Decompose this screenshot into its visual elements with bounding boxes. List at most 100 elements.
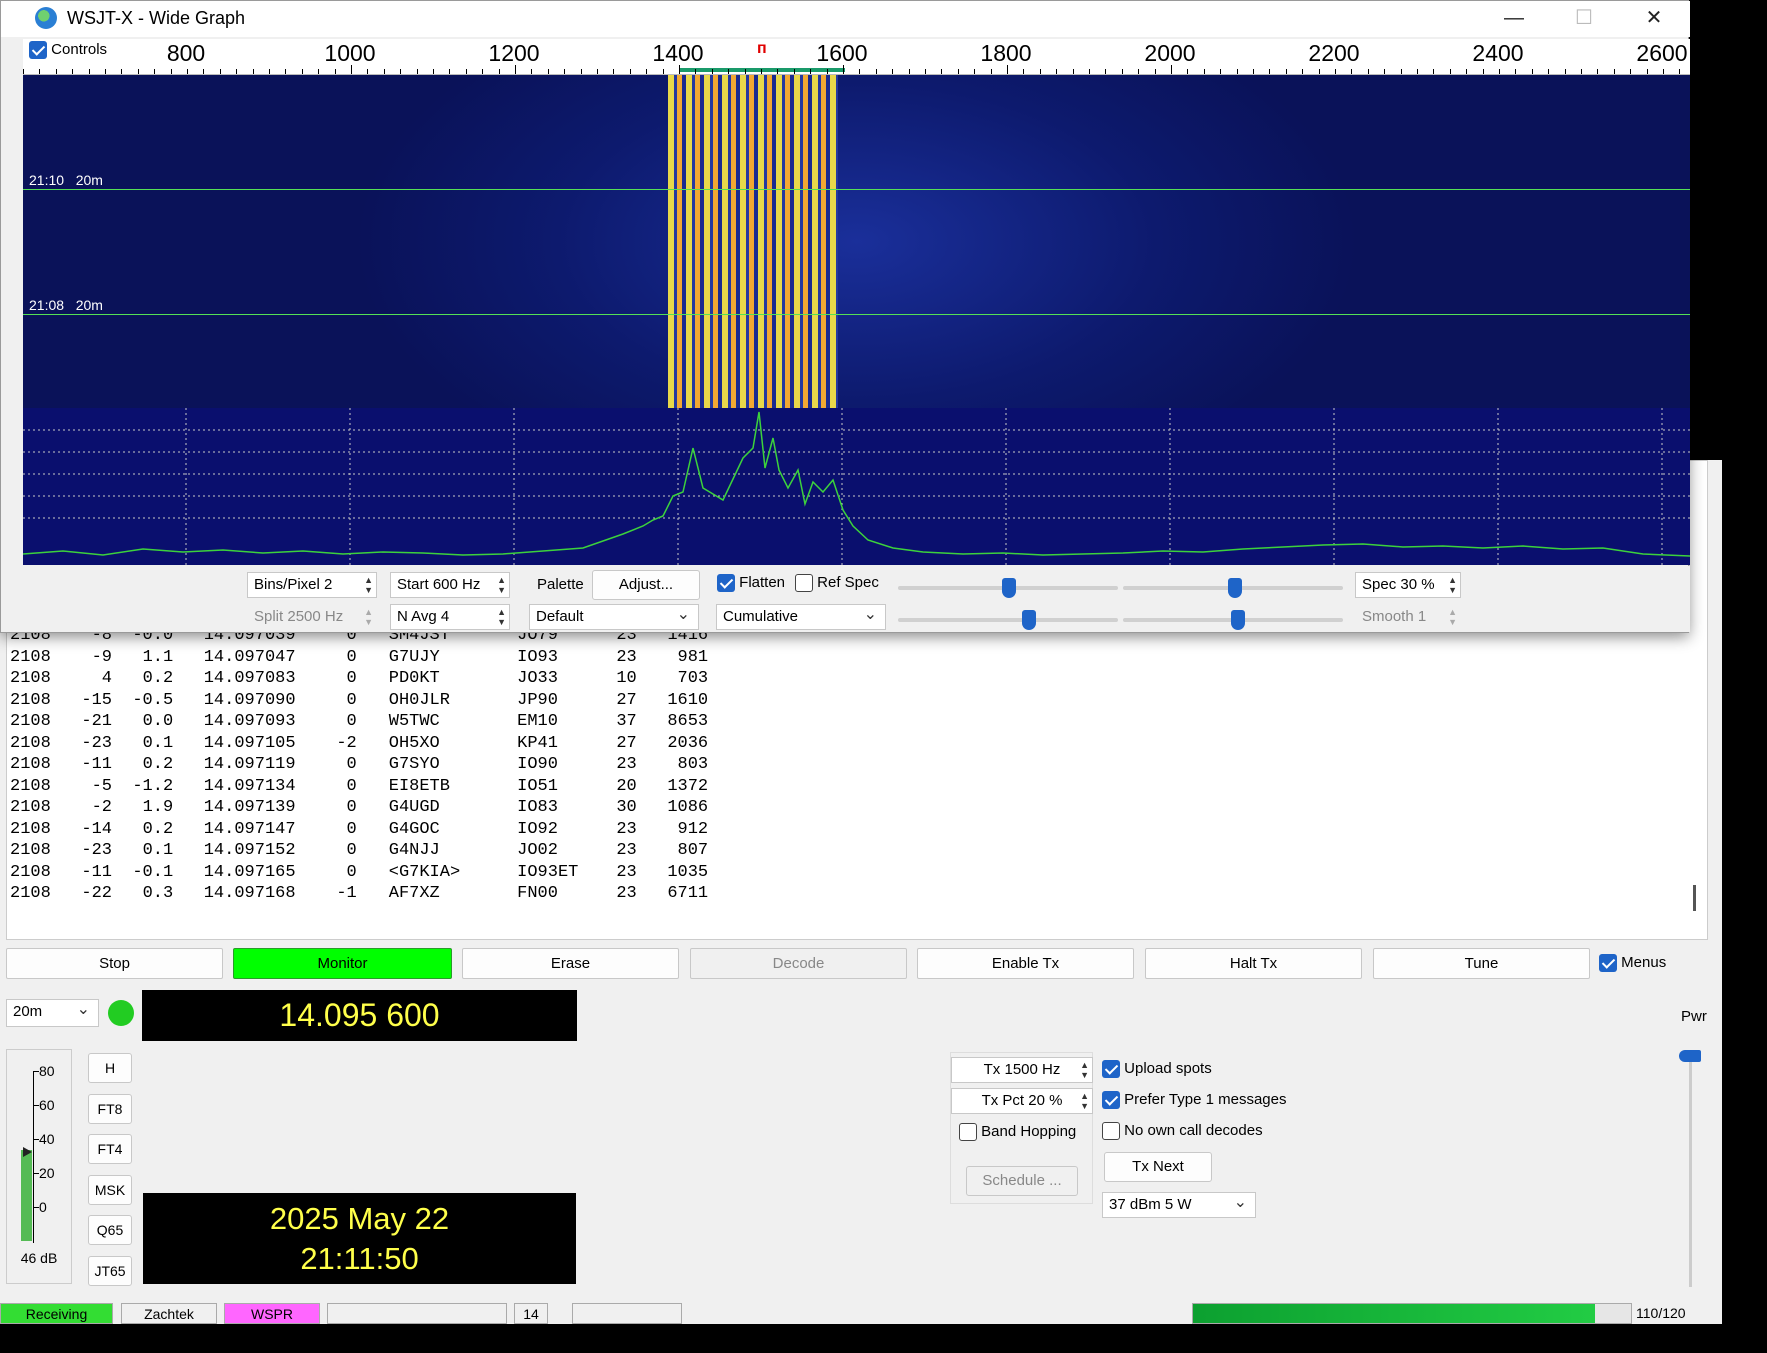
decode-scrollbar[interactable]	[1693, 885, 1696, 911]
decode-row[interactable]: 2108 -21 0.0 14.097093 0 W5TWC EM10 37 8653	[10, 711, 1700, 733]
scale-tick	[1285, 69, 1287, 74]
schedule-button[interactable]: Schedule ...	[966, 1166, 1078, 1196]
tx-pct-spinbox[interactable]: Tx Pct 20 % ▲ ▼	[951, 1088, 1093, 1114]
scale-tick	[400, 69, 402, 74]
wide-graph-title: WSJT-X - Wide Graph	[67, 8, 246, 28]
navg-spinbox[interactable]: N Avg 4 ▲ ▼	[390, 604, 510, 630]
decode-cell: 912	[677, 819, 709, 839]
scale-tick	[957, 69, 959, 74]
tx-marker[interactable]: п	[757, 40, 767, 58]
decode-cell: -11	[81, 755, 112, 774]
tx-next-button[interactable]: Tx Next	[1104, 1152, 1212, 1182]
decode-cell: IO83	[517, 798, 558, 817]
zero-slider-handle[interactable]	[1228, 578, 1242, 598]
ref-spec-checkbox[interactable]: Ref Spec	[795, 574, 879, 593]
spec-zero-slider-handle[interactable]	[1231, 610, 1245, 630]
adjust-button[interactable]: Adjust...	[592, 570, 700, 600]
decode-cell: EM10	[517, 712, 558, 731]
decode-cell: 14.097147	[203, 819, 296, 839]
decode-row[interactable]: 2108 -22 0.3 14.097168 -1 AF7XZ FN00 23 6711	[10, 883, 1700, 905]
decode-row[interactable]: 2108 -14 0.2 14.097147 0 G4GOC IO92 23 912	[10, 819, 1700, 841]
tx-frequency-spinbox[interactable]: Tx 1500 Hz ▲ ▼	[951, 1057, 1093, 1083]
mode-button-q65[interactable]: Q65	[88, 1215, 132, 1245]
scale-tick	[941, 69, 943, 74]
decode-cell: FN00	[517, 884, 558, 903]
menus-checkbox[interactable]: Menus	[1599, 954, 1666, 973]
scale-tick	[859, 69, 861, 74]
mode-button-h[interactable]: H	[88, 1053, 132, 1083]
minimize-icon[interactable]: —	[1489, 3, 1539, 33]
prefer-type1-checkbox[interactable]: Prefer Type 1 messages	[1102, 1091, 1286, 1110]
smooth-spinbox[interactable]: Smooth 1 ▲ ▼	[1355, 604, 1461, 630]
scale-tick	[793, 69, 795, 74]
decode-row[interactable]: 2108 -23 0.1 14.097152 0 G4NJJ JO02 23 807	[10, 840, 1700, 862]
spectrum-mode-select[interactable]: Cumulative	[716, 604, 886, 630]
controls-checkbox[interactable]: Controls	[29, 41, 107, 60]
spec-gain-slider[interactable]	[898, 618, 1118, 622]
band-hopping-checkbox[interactable]: Band Hopping	[959, 1123, 1076, 1142]
decode-cell: 1086	[667, 798, 709, 817]
halt-tx-button[interactable]: Halt Tx	[1145, 948, 1362, 979]
scale-tick	[990, 69, 992, 74]
split-spinbox[interactable]: Split 2500 Hz ▲ ▼	[247, 604, 377, 630]
spec-gain-slider-handle[interactable]	[1022, 610, 1036, 630]
decode-row[interactable]: 2108 -15 -0.5 14.097090 0 OH0JLR JP90 27 1610	[10, 690, 1700, 712]
decode-row[interactable]: 2108 -11 0.2 14.097119 0 G7SYO IO90 23 803	[10, 754, 1700, 776]
scale-tick	[892, 69, 894, 74]
maximize-icon[interactable]: ☐	[1559, 3, 1609, 33]
scale-tick	[433, 69, 434, 74]
scale-tick	[105, 69, 106, 74]
waterfall[interactable]: 21:10 20m 21:08 20m	[23, 75, 1690, 408]
decode-cell: 1610	[667, 690, 709, 710]
decode-cell: -1	[336, 884, 357, 903]
bins-per-pixel-spinbox[interactable]: Bins/Pixel 2 ▲ ▼	[247, 572, 377, 598]
band-select[interactable]: 20m	[6, 999, 99, 1027]
decode-cell: 23	[616, 755, 637, 774]
decode-button[interactable]: Decode	[690, 948, 907, 979]
tx-progress-bar	[1192, 1303, 1632, 1324]
decode-row[interactable]: 2108 -11 -0.1 14.097165 0 <G7KIA> IO93ET 23 1035	[10, 862, 1700, 884]
decode-cell: -23	[81, 841, 112, 860]
tune-button[interactable]: Tune	[1373, 948, 1590, 979]
erase-button[interactable]: Erase	[462, 948, 679, 979]
decode-row[interactable]: 2108 -5 -1.2 14.097134 0 EI8ETB IO51 20 1372	[10, 776, 1700, 798]
decode-row[interactable]: 2108 -2 1.9 14.097139 0 G4UGD IO83 30 1086	[10, 797, 1700, 819]
scale-tick	[1400, 69, 1402, 74]
spec-percent-spinbox[interactable]: Spec 30 % ▲ ▼	[1355, 572, 1461, 598]
scale-tick	[367, 69, 369, 74]
close-icon[interactable]: ✕	[1629, 3, 1679, 33]
mode-button-msk[interactable]: MSK	[88, 1174, 132, 1205]
scale-tick	[974, 69, 976, 74]
status-empty-1	[327, 1303, 507, 1324]
flatten-checkbox[interactable]: Flatten	[717, 574, 786, 593]
pwr-slider-handle[interactable]	[1679, 1050, 1701, 1062]
decode-row[interactable]: 2108 -23 0.1 14.097105 -2 OH5XO KP41 27 2036	[10, 733, 1700, 755]
decode-cell: 23	[616, 647, 637, 667]
mode-button-ft8[interactable]: FT8	[88, 1093, 132, 1124]
wide-graph-titlebar[interactable]: WSJT-X - Wide Graph — ☐ ✕	[1, 1, 1690, 37]
power-select[interactable]: 37 dBm 5 W	[1102, 1192, 1256, 1218]
enable-tx-button[interactable]: Enable Tx	[917, 948, 1134, 979]
scale-tick	[843, 65, 844, 74]
decode-cell: -2	[336, 733, 357, 753]
stop-button[interactable]: Stop	[6, 948, 223, 979]
gain-slider-handle[interactable]	[1002, 578, 1016, 598]
start-frequency-spinbox[interactable]: Start 600 Hz ▲ ▼	[390, 572, 510, 598]
check-icon	[29, 41, 47, 60]
no-own-call-checkbox[interactable]: No own call decodes	[1102, 1122, 1263, 1141]
frequency-scale[interactable]: п 800 1000 1200 1400 1600 1800 2000 2200 2400 260…	[23, 39, 1690, 75]
wsjtx-logo-icon	[35, 7, 57, 29]
palette-select[interactable]: Default	[529, 604, 699, 630]
scale-tick	[301, 69, 303, 74]
decode-cell: G4UGD	[388, 798, 440, 817]
mode-button-ft4[interactable]: FT4	[88, 1134, 132, 1164]
decode-cell: OH5XO	[388, 733, 440, 753]
spectrum-plot[interactable]	[23, 408, 1690, 565]
monitor-button[interactable]: Monitor	[233, 948, 452, 979]
upload-spots-checkbox[interactable]: Upload spots	[1102, 1060, 1212, 1079]
decode-row[interactable]: 2108 4 0.2 14.097083 0 PD0KT JO33 10 703	[10, 668, 1700, 690]
flatten-label: Flatten	[739, 574, 786, 591]
mode-button-jt65[interactable]: JT65	[88, 1255, 132, 1286]
scale-tick	[1351, 69, 1353, 74]
decode-row[interactable]: 2108 -9 1.1 14.097047 0 G7UJY IO93 23 981	[10, 647, 1700, 669]
